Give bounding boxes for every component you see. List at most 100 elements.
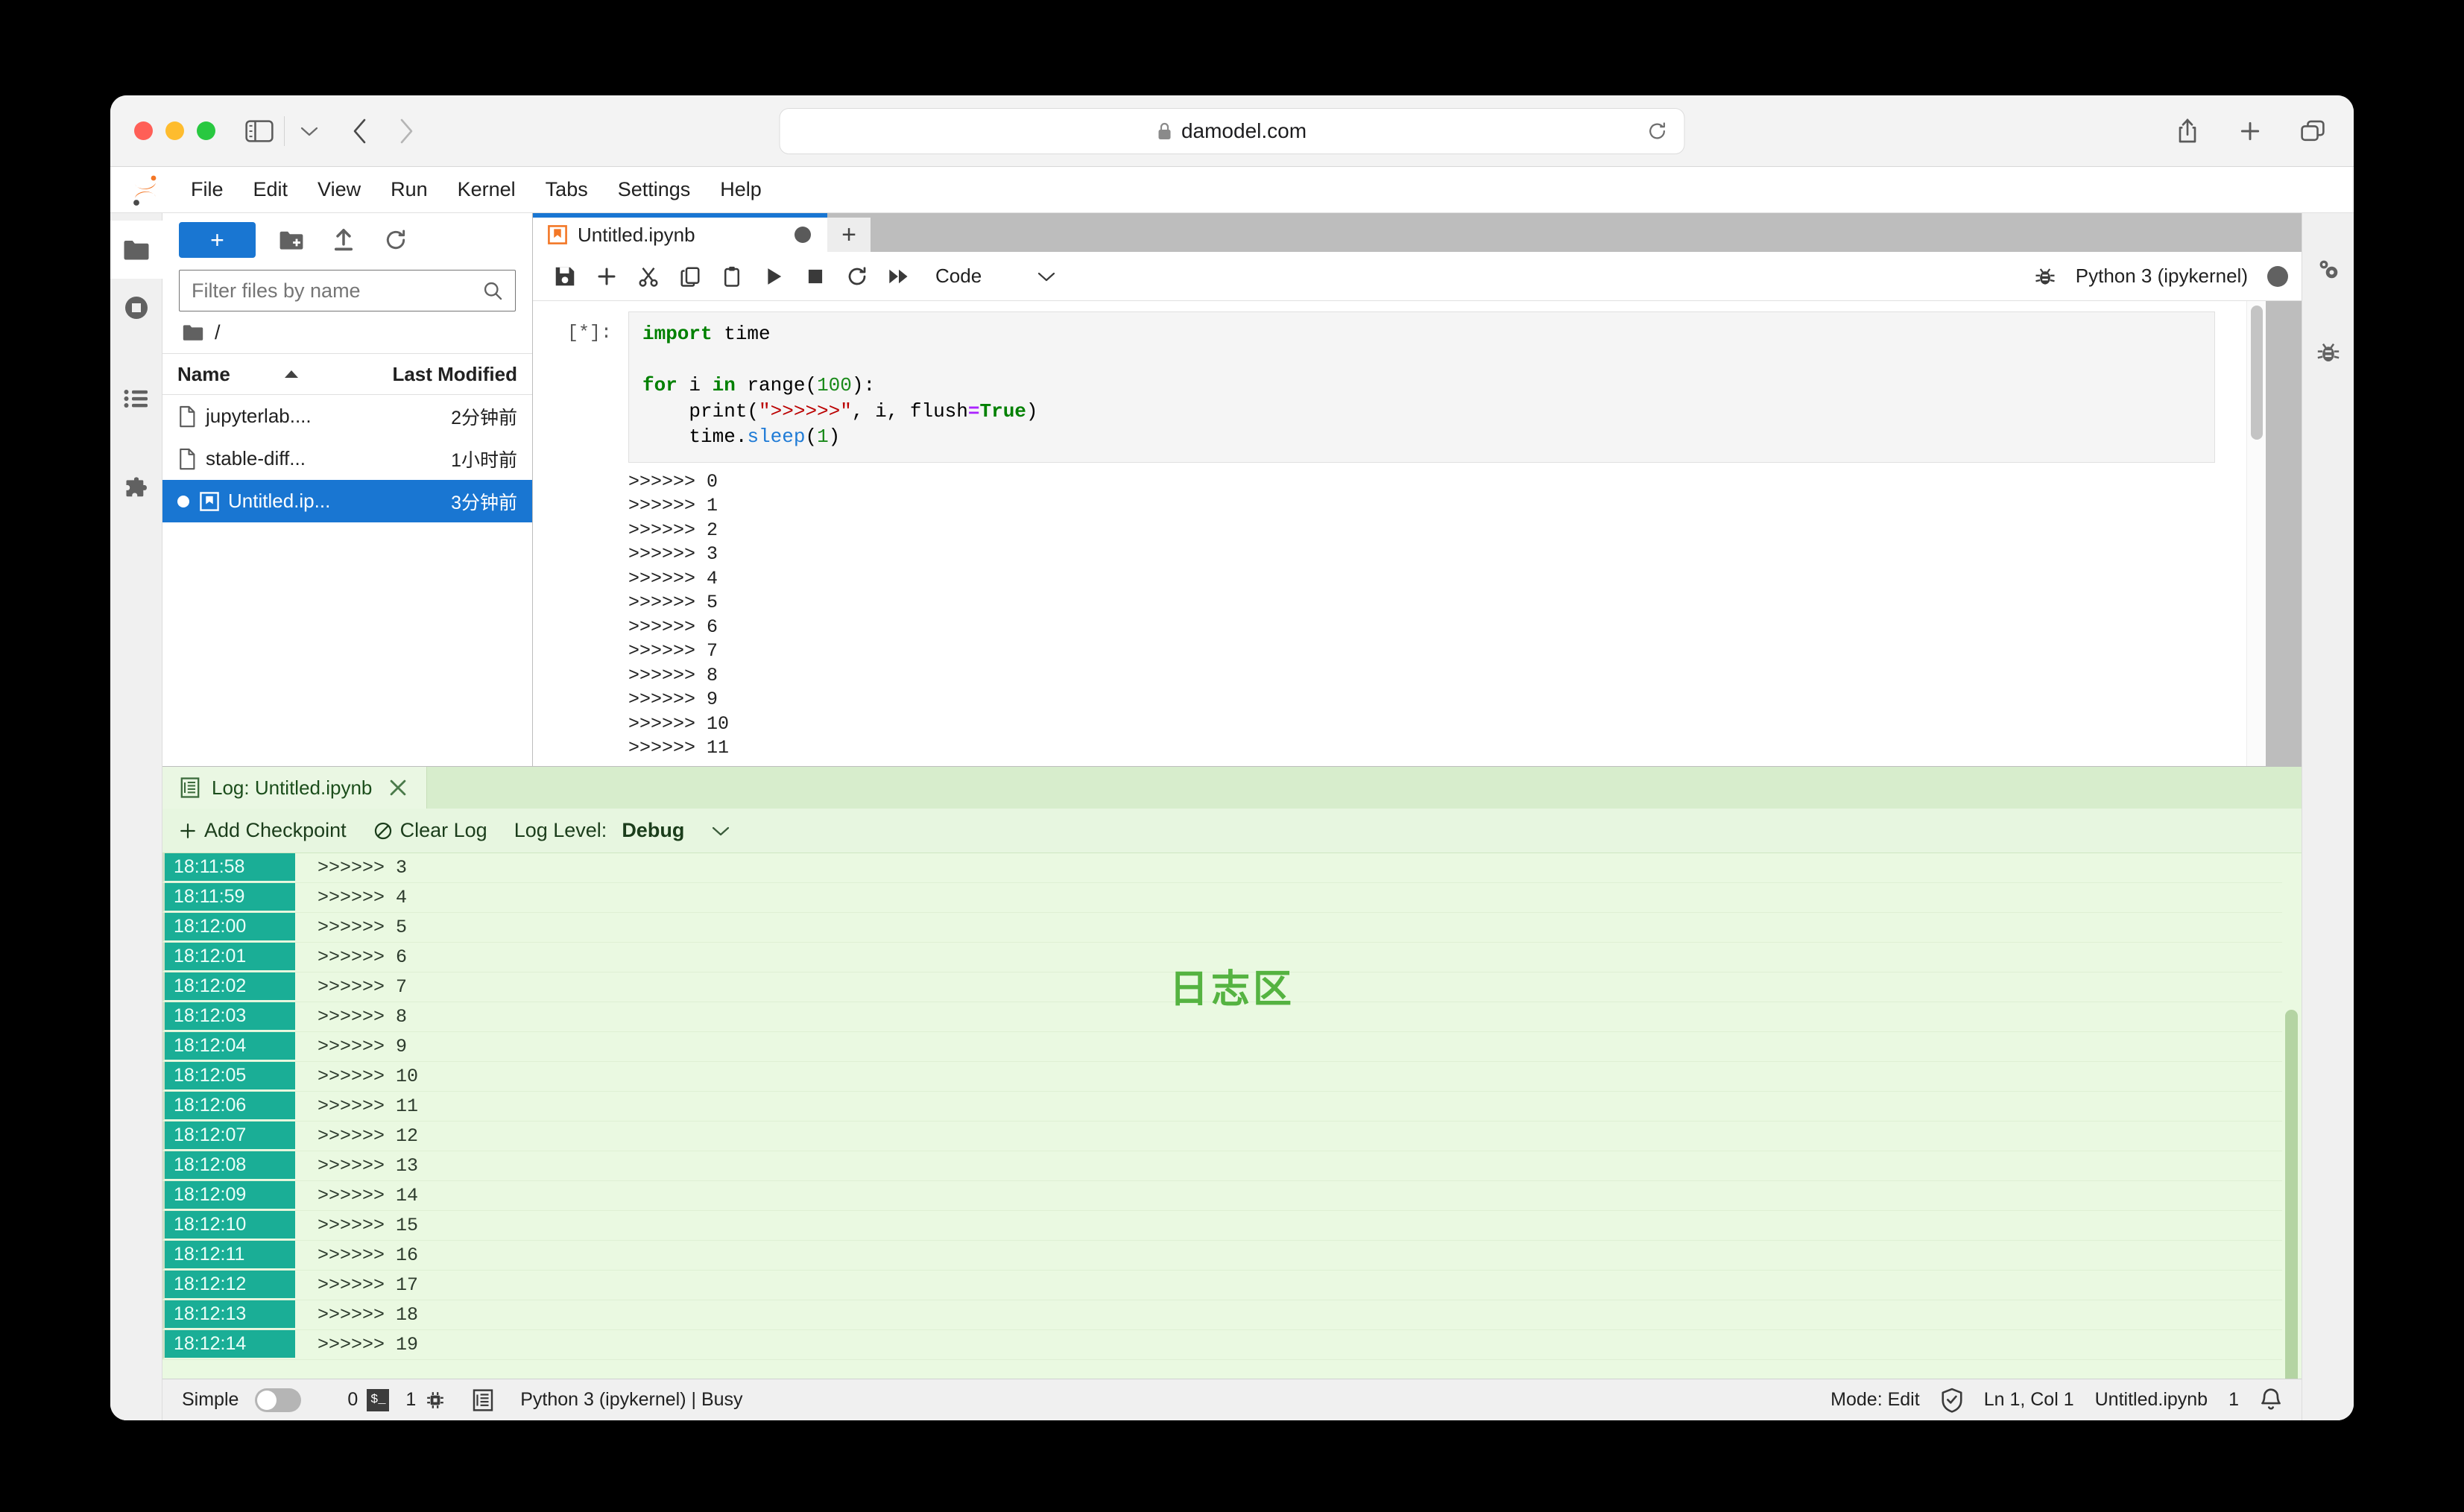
chevron-down-icon[interactable] bbox=[292, 114, 326, 148]
kernel-sessions-status[interactable]: 1 bbox=[405, 1389, 446, 1411]
menu-file[interactable]: File bbox=[177, 172, 237, 207]
menu-view[interactable]: View bbox=[304, 172, 374, 207]
breadcrumb[interactable]: / bbox=[162, 311, 532, 353]
notebook-scroll-area: [*]: import time for i in range(100): pr… bbox=[533, 301, 2246, 766]
upper-area: + Filter files by name / Name Last Modif… bbox=[162, 213, 2302, 766]
sidebar-item-command-palette[interactable] bbox=[110, 370, 162, 428]
log-entries-area: 18:11:58 >>>>>> 3 18:11:59 >>>>>> 4 18:12:00… bbox=[162, 853, 2302, 1379]
log-message: >>>>>> 13 bbox=[318, 1155, 419, 1177]
kernel-name[interactable]: Python 3 (ipykernel) bbox=[2076, 265, 2248, 288]
bell-icon[interactable] bbox=[2260, 1388, 2282, 1413]
output-line: >>>>>> 0 bbox=[628, 470, 718, 493]
restart-kernel-icon[interactable] bbox=[838, 258, 876, 295]
reload-icon[interactable] bbox=[1647, 121, 1668, 142]
log-timestamp: 18:11:59 bbox=[162, 883, 295, 912]
copy-icon[interactable] bbox=[672, 258, 709, 295]
column-header-name[interactable]: Name bbox=[177, 363, 230, 386]
tab-untitled-ipynb[interactable]: Untitled.ipynb bbox=[533, 213, 827, 252]
tab-log-untitled[interactable]: Log: Untitled.ipynb bbox=[162, 767, 427, 809]
log-row: 18:12:10 >>>>>> 15 bbox=[162, 1211, 2282, 1241]
sidebar-item-property-inspector[interactable] bbox=[2302, 240, 2354, 298]
sidebar-toggle-icon[interactable] bbox=[242, 114, 277, 148]
log-level-selector[interactable]: Log Level: Debug bbox=[514, 819, 731, 842]
filter-files-input[interactable] bbox=[192, 279, 482, 303]
log-message: >>>>>> 6 bbox=[318, 946, 408, 968]
lock-icon bbox=[1157, 121, 1172, 141]
notebook-toolbar: Code Python 3 (ipykernel) bbox=[533, 252, 2302, 301]
sidebar-item-file-browser[interactable] bbox=[110, 221, 162, 279]
menu-edit[interactable]: Edit bbox=[240, 172, 302, 207]
file-filter-box[interactable] bbox=[179, 270, 516, 311]
scrollbar-thumb[interactable] bbox=[2285, 1010, 2298, 1379]
search-icon bbox=[482, 280, 503, 301]
shield-check-icon[interactable] bbox=[1941, 1388, 1963, 1413]
tab-label: Untitled.ipynb bbox=[578, 223, 695, 246]
new-launcher-button[interactable]: + bbox=[179, 222, 256, 258]
log-timestamp: 18:12:14 bbox=[162, 1330, 295, 1359]
output-line: >>>>>> 2 bbox=[628, 519, 718, 541]
menu-settings[interactable]: Settings bbox=[604, 172, 704, 207]
simple-mode-toggle[interactable] bbox=[255, 1388, 302, 1412]
new-tab-plus-icon[interactable] bbox=[2233, 114, 2267, 148]
sidebar-item-extension-manager[interactable] bbox=[110, 461, 162, 519]
log-vertical-scrollbar[interactable] bbox=[2282, 853, 2302, 1379]
sidebar-item-debugger[interactable] bbox=[2302, 323, 2354, 382]
list-item-selected[interactable]: Untitled.ip... 3分钟前 bbox=[162, 480, 532, 522]
scrollbar-thumb[interactable] bbox=[2251, 306, 2263, 440]
menu-help[interactable]: Help bbox=[707, 172, 775, 207]
output-line: >>>>>> 7 bbox=[628, 640, 718, 662]
log-message: >>>>>> 9 bbox=[318, 1036, 408, 1057]
new-folder-icon[interactable] bbox=[275, 224, 308, 256]
file-name: Untitled.ip... bbox=[228, 490, 331, 512]
add-checkpoint-button[interactable]: Add Checkpoint bbox=[179, 819, 347, 842]
log-rows: 18:11:58 >>>>>> 3 18:11:59 >>>>>> 4 18:12:00… bbox=[162, 853, 2282, 1379]
scissors-cut-icon[interactable] bbox=[630, 258, 667, 295]
tab-overview-icon[interactable] bbox=[2296, 114, 2330, 148]
cell-type-dropdown[interactable]: Code bbox=[935, 265, 1056, 288]
log-timestamp: 18:12:13 bbox=[162, 1300, 295, 1329]
new-tab-button[interactable]: + bbox=[827, 218, 871, 252]
upload-icon[interactable] bbox=[327, 224, 360, 256]
close-window-button[interactable] bbox=[134, 121, 153, 140]
interrupt-kernel-stop-icon[interactable] bbox=[797, 258, 834, 295]
forward-arrow-icon[interactable] bbox=[389, 114, 423, 148]
menu-run[interactable]: Run bbox=[377, 172, 441, 207]
bug-icon[interactable] bbox=[2034, 265, 2056, 288]
notebook-vertical-scrollbar[interactable] bbox=[2246, 301, 2266, 766]
notebook-tabbar: Untitled.ipynb + bbox=[533, 213, 2302, 252]
output-line: >>>>>> 8 bbox=[628, 664, 718, 686]
sidebar-item-running-sessions[interactable] bbox=[110, 279, 162, 337]
clipboard-paste-icon[interactable] bbox=[713, 258, 751, 295]
list-item[interactable]: stable-diff... 1小时前 bbox=[162, 437, 532, 480]
menu-kernel[interactable]: Kernel bbox=[444, 172, 529, 207]
menu-tabs[interactable]: Tabs bbox=[532, 172, 601, 207]
kernel-status-text[interactable]: Python 3 (ipykernel) | Busy bbox=[520, 1389, 742, 1411]
current-filename: Untitled.ipynb bbox=[2094, 1389, 2208, 1410]
unsaved-changes-dot[interactable] bbox=[795, 227, 811, 243]
sort-ascending-icon[interactable] bbox=[282, 369, 300, 379]
clear-log-button[interactable]: Clear Log bbox=[373, 819, 487, 842]
refresh-icon[interactable] bbox=[379, 224, 412, 256]
log-console-icon[interactable] bbox=[473, 1388, 493, 1411]
log-row: 18:11:59 >>>>>> 4 bbox=[162, 883, 2282, 913]
column-header-last-modified[interactable]: Last Modified bbox=[376, 363, 517, 386]
save-icon[interactable] bbox=[546, 258, 584, 295]
restart-run-all-fast-forward-icon[interactable] bbox=[880, 258, 917, 295]
close-icon[interactable] bbox=[388, 777, 408, 798]
list-item[interactable]: jupyterlab.... 2分钟前 bbox=[162, 395, 532, 437]
insert-cell-plus-icon[interactable] bbox=[588, 258, 625, 295]
jupyter-logo-icon bbox=[128, 173, 162, 207]
output-line: >>>>>> 9 bbox=[628, 689, 718, 711]
minimize-window-button[interactable] bbox=[165, 121, 184, 140]
address-bar[interactable]: damodel.com bbox=[779, 107, 1685, 154]
maximize-window-button[interactable] bbox=[197, 121, 215, 140]
terminal-status[interactable]: 0 $_ bbox=[347, 1388, 390, 1411]
run-cell-play-icon[interactable] bbox=[755, 258, 792, 295]
log-timestamp: 18:12:00 bbox=[162, 913, 295, 942]
code-cell[interactable]: [*]: import time for i in range(100): pr… bbox=[533, 311, 2246, 463]
log-timestamp: 18:12:09 bbox=[162, 1181, 295, 1210]
back-arrow-icon[interactable] bbox=[343, 114, 377, 148]
code-editor[interactable]: import time for i in range(100): print("… bbox=[628, 311, 2215, 463]
chevron-down-icon bbox=[1037, 271, 1056, 282]
share-icon[interactable] bbox=[2170, 114, 2205, 148]
